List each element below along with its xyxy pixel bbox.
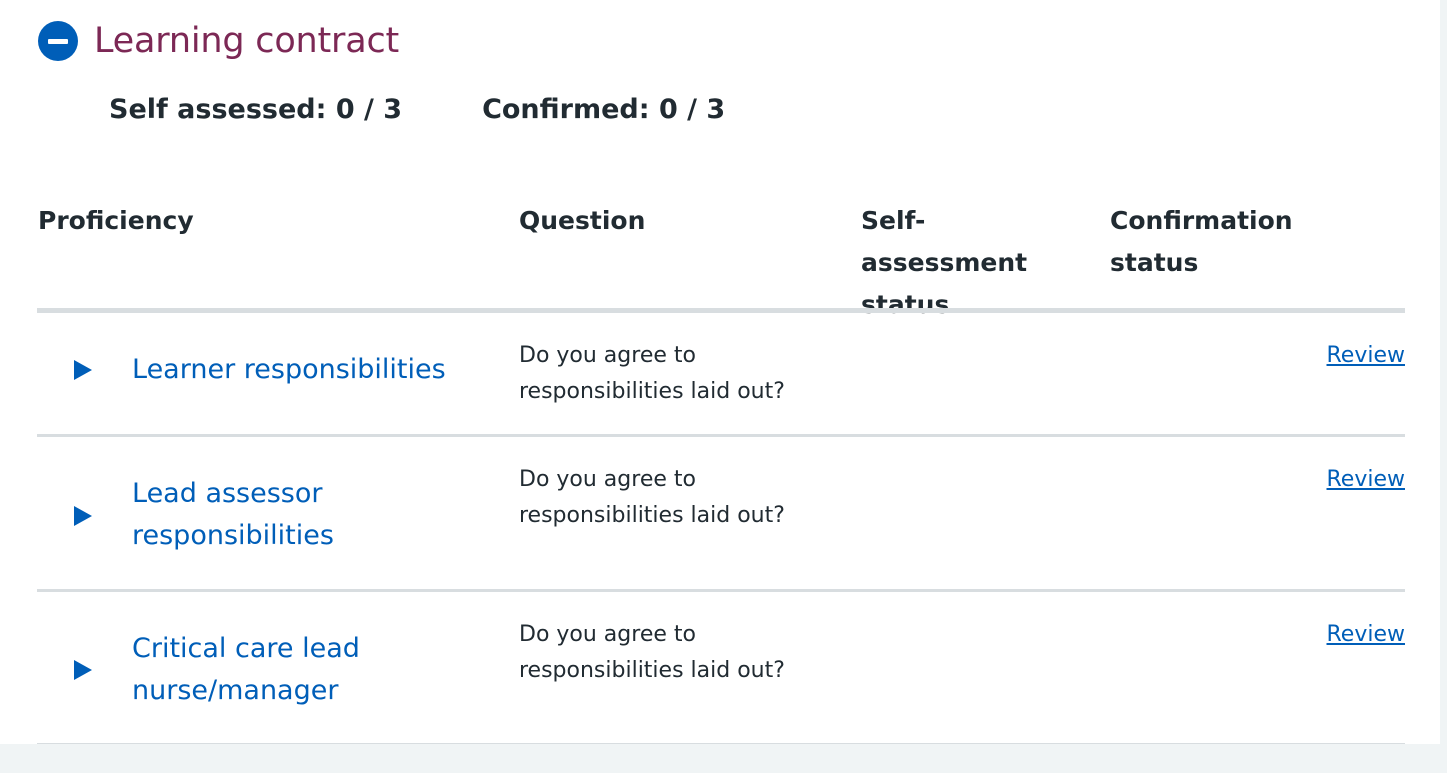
proficiency-link[interactable]: Lead assessor responsibilities bbox=[132, 473, 472, 557]
proficiency-link[interactable]: Learner responsibilities bbox=[132, 349, 472, 391]
expand-row-triangle-icon[interactable] bbox=[74, 360, 92, 380]
table-bottom-divider bbox=[37, 743, 1405, 744]
column-header-proficiency: Proficiency bbox=[38, 206, 194, 235]
proficiency-link[interactable]: Critical care lead nurse/manager bbox=[132, 628, 472, 712]
question-text: Do you agree to responsibilities laid ou… bbox=[519, 343, 785, 404]
confirmed-label: Confirmed: bbox=[482, 94, 650, 125]
self-assessed-count: 0 / 3 bbox=[335, 94, 403, 125]
self-assessed-summary: Self assessed: 0 / 3 bbox=[109, 92, 402, 128]
collapse-section-button[interactable] bbox=[38, 21, 78, 61]
column-header-question: Question bbox=[519, 206, 646, 235]
minus-icon bbox=[48, 38, 68, 44]
table-header: Proficiency Question Self-assessment sta… bbox=[38, 200, 1405, 319]
expand-row-triangle-icon[interactable] bbox=[74, 506, 92, 526]
assessment-summary: Self assessed: 0 / 3 Confirmed: 0 / 3 bbox=[109, 92, 725, 128]
self-assessed-label: Self assessed: bbox=[109, 94, 327, 125]
section-header: Learning contract bbox=[38, 20, 399, 62]
learning-contract-panel: Learning contract Self assessed: 0 / 3 C… bbox=[0, 0, 1440, 744]
expand-row-triangle-icon[interactable] bbox=[74, 660, 92, 680]
table-row: Critical care lead nurse/manager Do you … bbox=[37, 592, 1405, 743]
question-text: Do you agree to responsibilities laid ou… bbox=[519, 467, 785, 528]
review-link[interactable]: Review bbox=[1327, 617, 1406, 653]
question-text: Do you agree to responsibilities laid ou… bbox=[519, 622, 785, 683]
section-title: Learning contract bbox=[94, 21, 400, 61]
table-row: Learner responsibilities Do you agree to… bbox=[37, 313, 1405, 434]
confirmed-summary: Confirmed: 0 / 3 bbox=[482, 92, 725, 128]
table-row: Lead assessor responsibilities Do you ag… bbox=[37, 437, 1405, 589]
confirmed-count: 0 / 3 bbox=[658, 94, 726, 125]
review-link[interactable]: Review bbox=[1327, 462, 1406, 498]
review-link[interactable]: Review bbox=[1327, 338, 1406, 374]
column-header-confirmation-status: Confirmation status bbox=[1110, 206, 1293, 277]
